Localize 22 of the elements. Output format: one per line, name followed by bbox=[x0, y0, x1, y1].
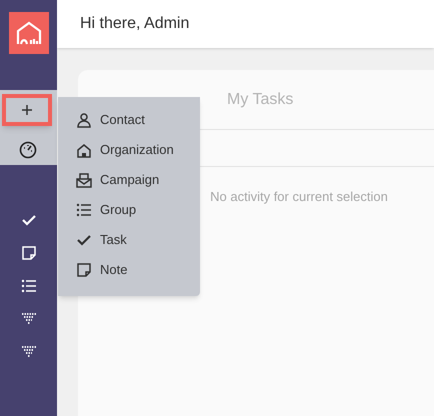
house-icon bbox=[76, 142, 92, 158]
check-icon bbox=[76, 232, 92, 248]
plus-icon bbox=[21, 104, 33, 116]
person-icon bbox=[76, 112, 92, 128]
list-icon[interactable] bbox=[20, 278, 36, 294]
greeting: Hi there, Admin bbox=[80, 14, 190, 34]
note-icon bbox=[76, 262, 92, 278]
menu-item[interactable]: Contact bbox=[100, 110, 145, 130]
check-icon[interactable] bbox=[20, 212, 36, 228]
note-icon[interactable] bbox=[20, 245, 36, 261]
menu-item[interactable]: Group bbox=[100, 200, 136, 220]
list-icon bbox=[76, 202, 92, 218]
dashboard-icon[interactable] bbox=[19, 141, 37, 159]
logo-icon bbox=[8, 12, 48, 54]
funnel-icon[interactable] bbox=[20, 311, 36, 327]
menu-item[interactable]: Campaign bbox=[100, 170, 160, 190]
empty-message: No activity for current selection bbox=[210, 188, 388, 206]
envelope-icon bbox=[76, 172, 92, 188]
menu-item[interactable]: Organization bbox=[100, 140, 174, 160]
funnel-icon[interactable] bbox=[20, 344, 36, 360]
menu-item[interactable]: Task bbox=[100, 230, 127, 250]
menu-item[interactable]: Note bbox=[100, 260, 128, 280]
